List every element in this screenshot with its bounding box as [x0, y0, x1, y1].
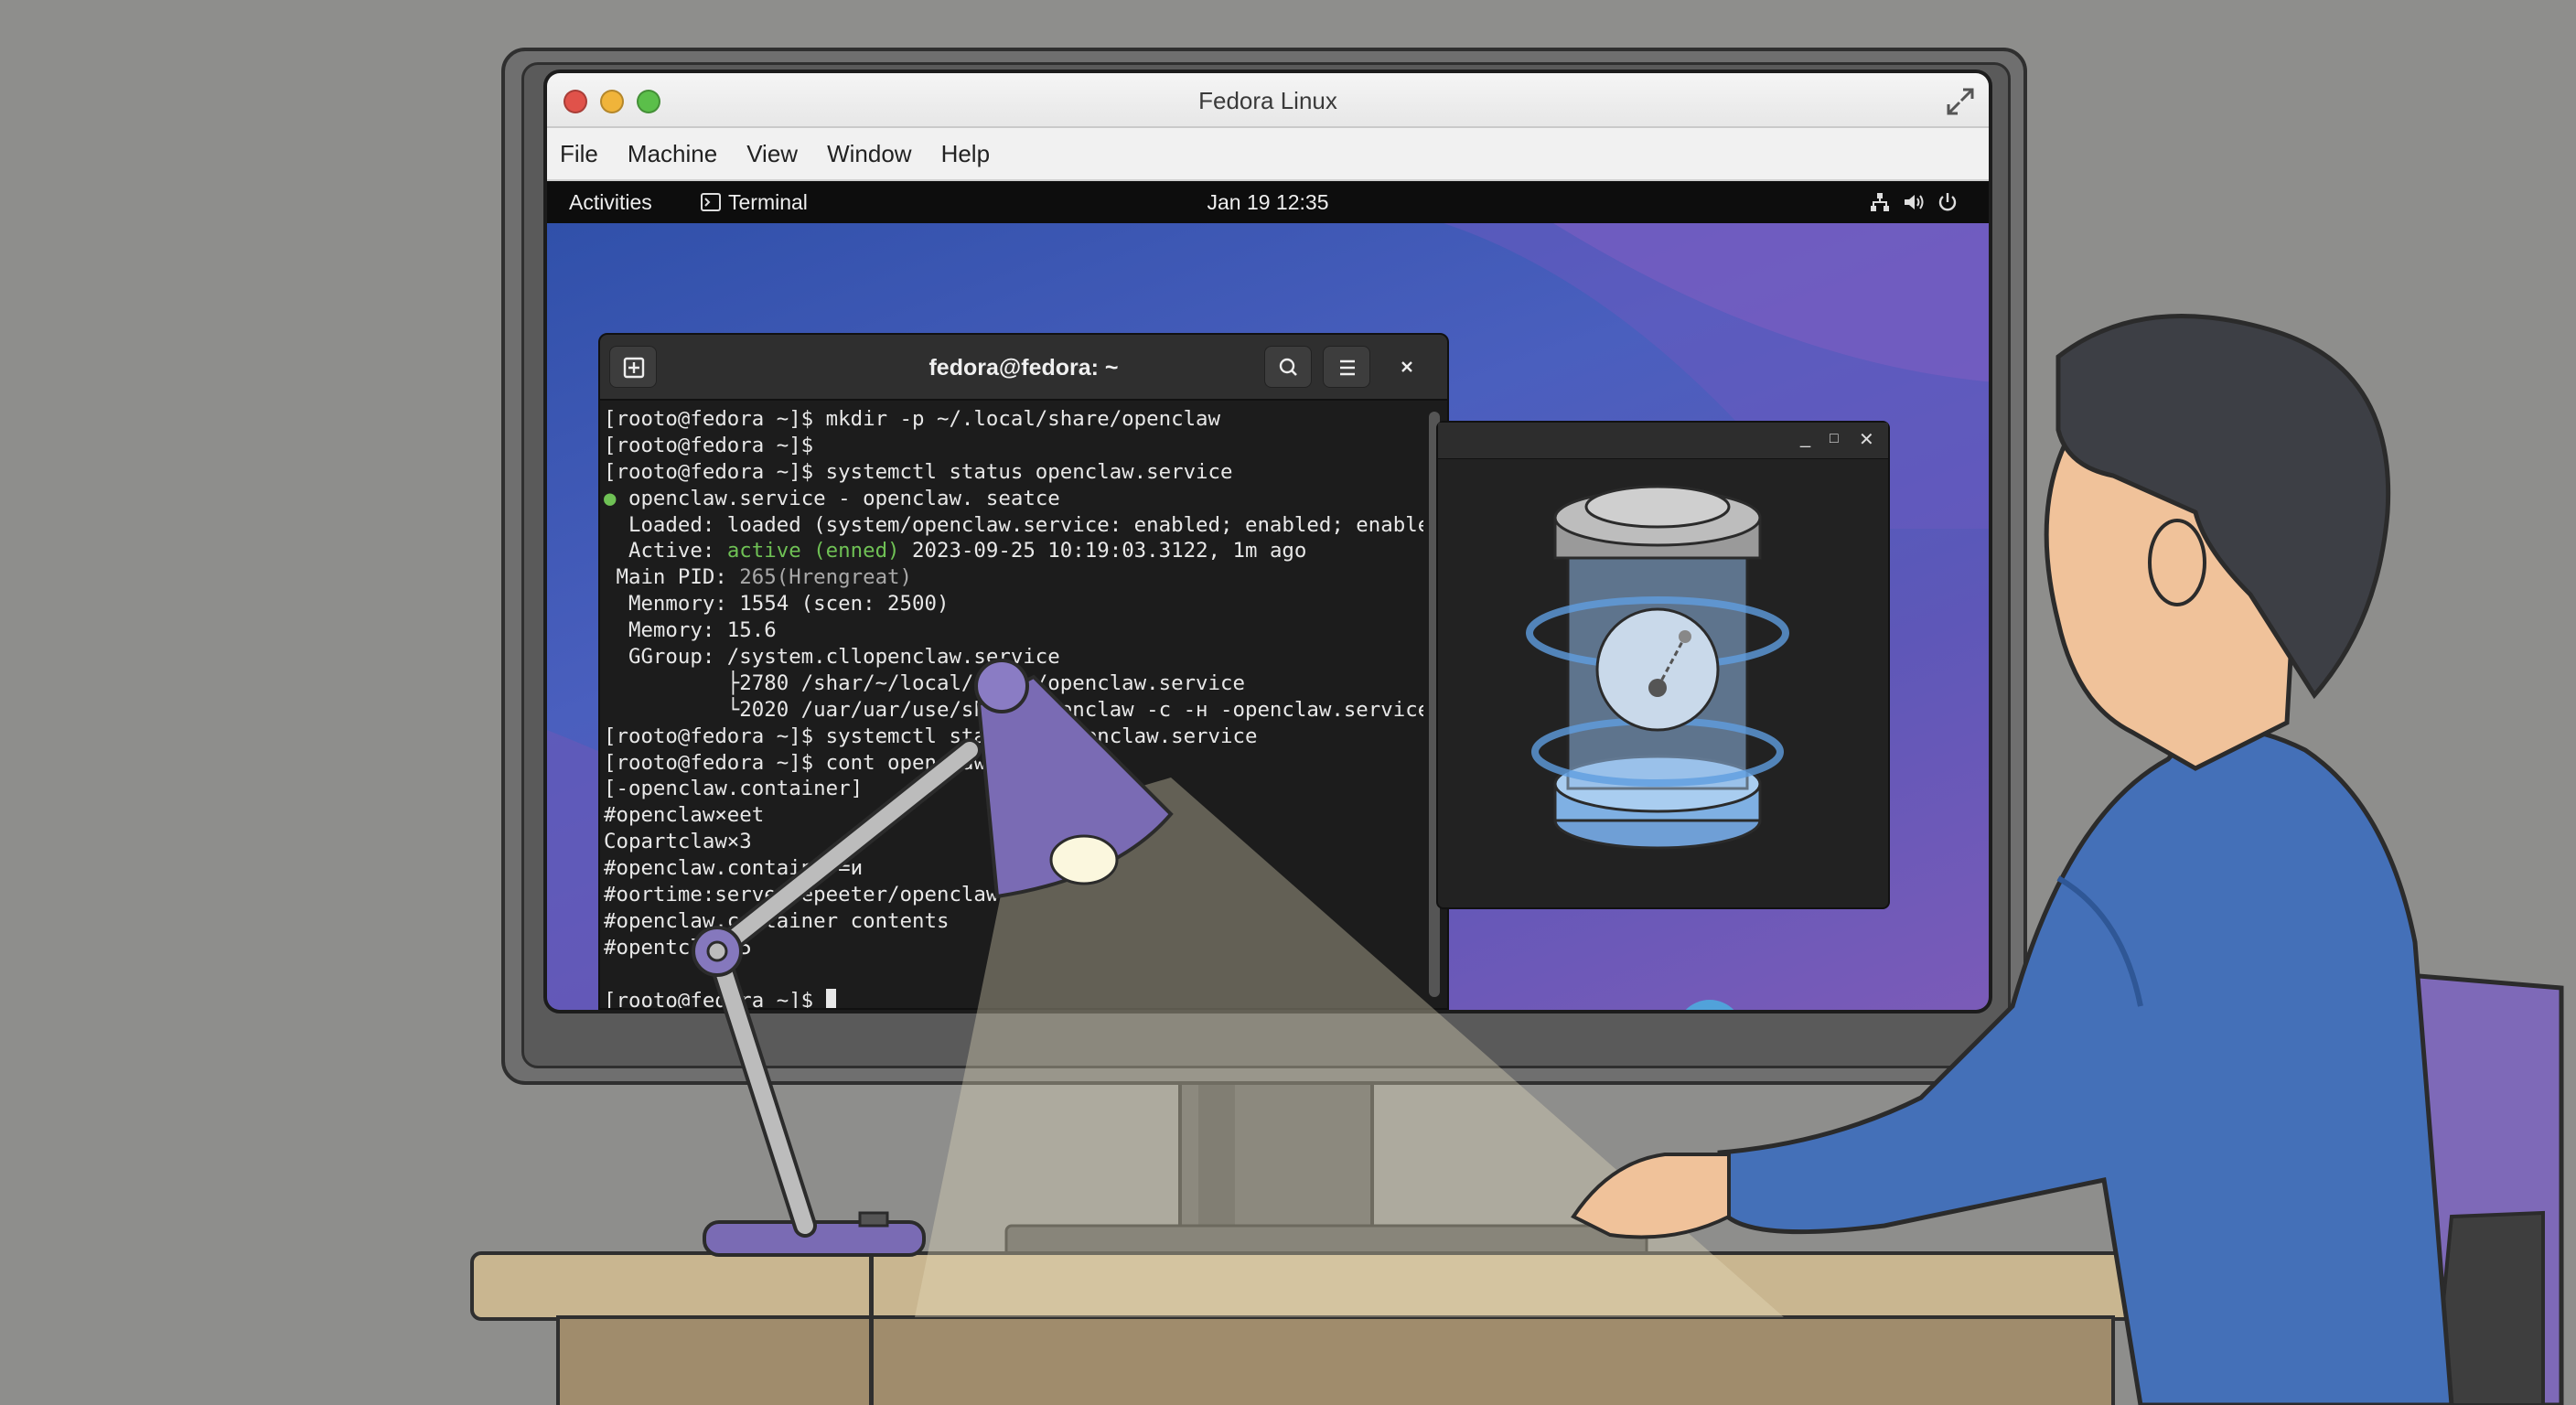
illustration-scene: Fedora Linux File Machine View Window He…	[0, 0, 2576, 1405]
person-illustration	[1571, 313, 2564, 1405]
